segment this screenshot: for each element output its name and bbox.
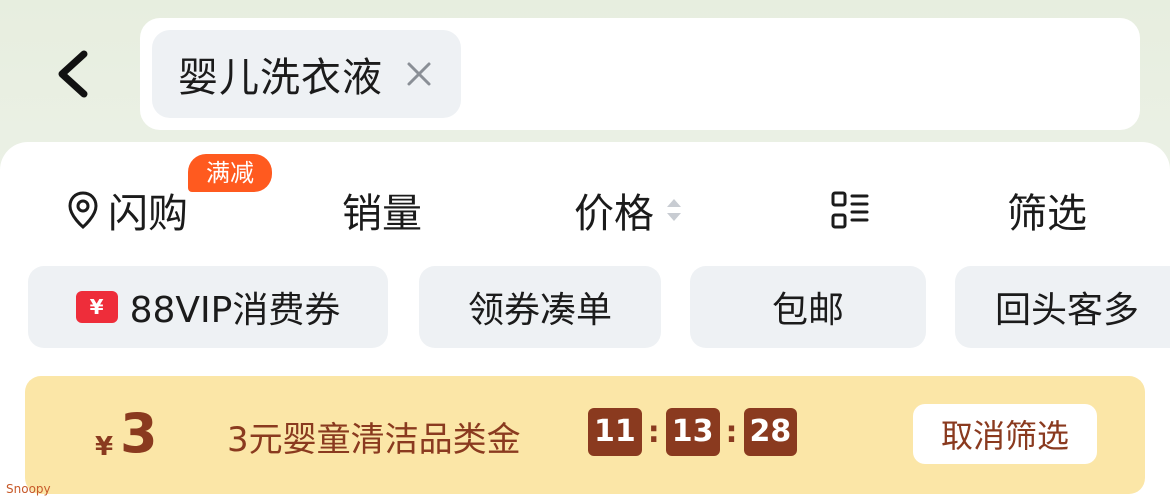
timer-hours: 11 bbox=[588, 408, 642, 456]
coupon-ticket-icon: ¥ bbox=[75, 291, 118, 323]
timer-separator: : bbox=[725, 414, 738, 450]
discount-badge: 满减 bbox=[188, 154, 272, 192]
coupon-description: 3元婴童清洁品类金 bbox=[227, 420, 521, 460]
timer-minutes: 13 bbox=[665, 408, 720, 456]
pill-repeat-customers-label: 回头客多 bbox=[995, 290, 1140, 331]
countdown-timer: 11 : 13 : 28 bbox=[588, 408, 798, 456]
sort-arrows-icon bbox=[667, 199, 681, 221]
location-pin-icon bbox=[68, 191, 98, 229]
list-view-icon bbox=[831, 191, 869, 229]
chevron-left-icon bbox=[58, 50, 88, 98]
quick-filter-pills: ¥ 88VIP消费券 领券凑单 包邮 回头客多 bbox=[0, 266, 1170, 348]
currency-symbol: ¥ bbox=[95, 432, 114, 462]
view-layout-toggle[interactable] bbox=[830, 178, 870, 242]
timer-separator: : bbox=[647, 414, 660, 450]
sort-flash-label: 闪购 bbox=[108, 191, 188, 237]
search-keyword-chip[interactable]: 婴儿洗衣液 bbox=[152, 30, 461, 118]
pill-88vip-label: 88VIP消费券 bbox=[129, 290, 341, 331]
sort-price-label: 价格 bbox=[574, 191, 654, 237]
pill-88vip-coupon[interactable]: ¥ 88VIP消费券 bbox=[28, 266, 388, 348]
coupon-banner: ¥ 3 3元婴童清洁品类金 11 : 13 : 28 取消筛选 bbox=[25, 376, 1145, 494]
cancel-filter-button[interactable]: 取消筛选 bbox=[913, 404, 1097, 464]
pill-free-shipping[interactable]: 包邮 bbox=[690, 266, 926, 348]
sort-filter[interactable]: 筛选 bbox=[1007, 178, 1087, 242]
search-keyword-text: 婴儿洗衣液 bbox=[178, 55, 383, 101]
clear-keyword-button[interactable] bbox=[401, 56, 437, 92]
pill-repeat-customers[interactable]: 回头客多 bbox=[955, 266, 1170, 348]
timer-seconds: 28 bbox=[743, 408, 798, 456]
sort-sales-label: 销量 bbox=[342, 191, 422, 237]
pill-coupon-bundle[interactable]: 领券凑单 bbox=[419, 266, 661, 348]
pill-free-shipping-label: 包邮 bbox=[771, 290, 844, 331]
sort-flash-purchase[interactable]: 闪购 bbox=[66, 178, 188, 242]
sort-price[interactable]: 价格 bbox=[574, 178, 684, 242]
sort-sales[interactable]: 销量 bbox=[342, 178, 422, 242]
pill-coupon-bundle-label: 领券凑单 bbox=[467, 290, 612, 331]
close-icon bbox=[407, 62, 431, 86]
back-button[interactable] bbox=[42, 42, 106, 106]
coupon-amount: 3 bbox=[120, 402, 158, 465]
filter-panel: 闪购 满减 销量 价格 筛选 ¥ 88VIP消费券 领券凑单 包邮 回头客多 ¥… bbox=[0, 142, 1170, 502]
search-box[interactable]: 婴儿洗衣液 bbox=[140, 18, 1140, 130]
sort-bar: 闪购 满减 销量 价格 筛选 bbox=[0, 142, 1170, 262]
sort-filter-label: 筛选 bbox=[1007, 191, 1087, 237]
watermark: Snoopy bbox=[6, 482, 51, 496]
